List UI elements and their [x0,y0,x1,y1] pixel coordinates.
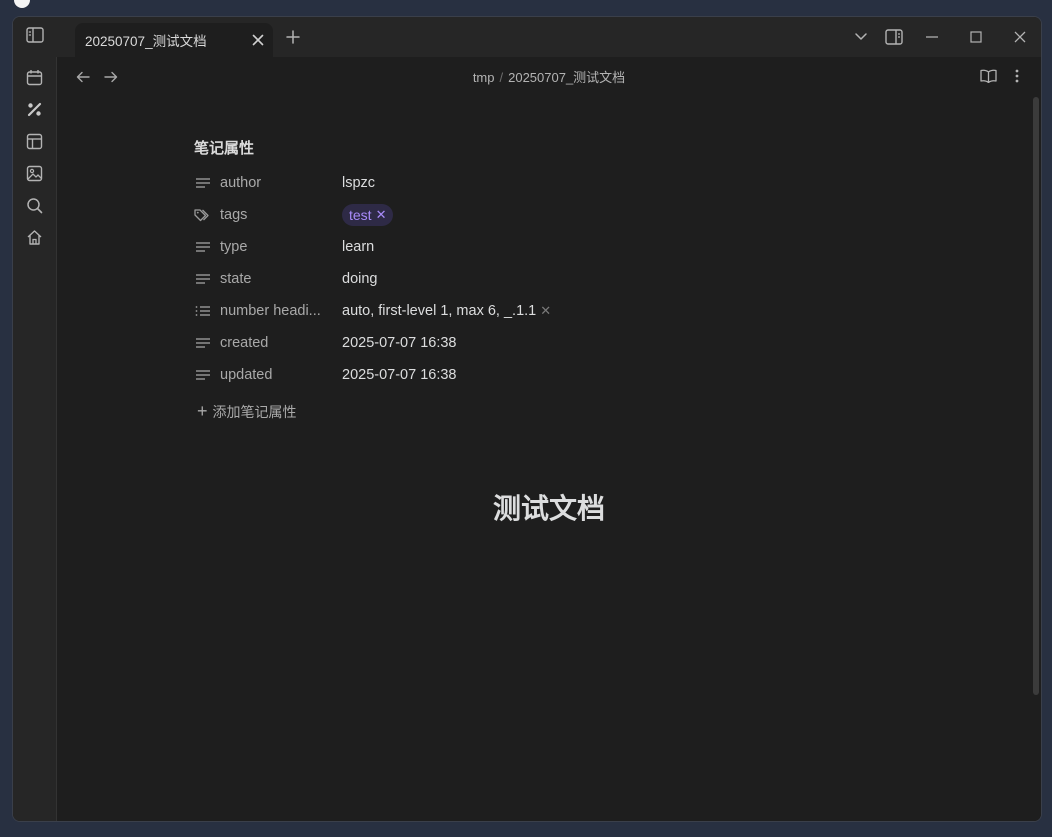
text-lines-icon[interactable] [194,271,212,287]
tags-icon[interactable] [194,207,212,223]
tab-active-document[interactable]: 20250707_测试文档 [75,23,273,57]
more-options-icon [1015,69,1019,83]
window-close-icon [1014,31,1026,43]
tab-close-button[interactable] [249,31,267,49]
property-row-tags[interactable]: tags test ✕ [194,199,794,231]
new-tab-button[interactable] [283,27,303,47]
close-icon [252,34,264,46]
calendar-icon[interactable] [24,67,44,87]
property-key[interactable]: created [220,335,332,351]
mouse-cursor [14,0,30,8]
reading-mode-button[interactable] [978,66,998,86]
maximize-button[interactable] [965,26,987,48]
property-key[interactable]: type [220,239,332,255]
scrollbar[interactable] [1033,97,1039,695]
property-row-type[interactable]: type learn [194,231,794,263]
property-value[interactable]: auto, first-level 1, max 6, _.1.1 ✕ [342,303,551,319]
left-ribbon [13,57,57,821]
property-key[interactable]: number headi... [220,303,332,319]
tab-list-button[interactable] [850,26,872,48]
minimize-button[interactable] [921,26,943,48]
property-value-text: learn [342,239,375,255]
property-value[interactable]: 2025-07-07 16:38 [342,335,457,351]
plus-icon: + [197,401,208,421]
sidebar-toggle-button[interactable] [13,17,56,57]
editor-pane: tmp/20250707_测试文档 笔记属性 author lspzc tags te… [57,57,1041,821]
list-icon[interactable] [194,303,212,319]
sidebar-toggle-icon [25,26,44,48]
graph-brush-icon[interactable] [24,99,44,119]
property-row-number-headi[interactable]: number headi... auto, first-level 1, max … [194,295,794,327]
title-bar: 20250707_测试文档 [13,17,1041,57]
property-key[interactable]: state [220,271,332,287]
property-value[interactable]: doing [342,271,377,287]
property-value-text: 2025-07-07 16:38 [342,335,457,351]
breadcrumb: tmp / 20250707_测试文档 [57,67,1041,86]
split-view-button[interactable] [883,26,905,48]
text-lines-icon[interactable] [194,239,212,255]
property-value[interactable]: 2025-07-07 16:38 [342,367,457,383]
properties-title: 笔记属性 [194,140,255,157]
property-value-text: doing [342,271,378,287]
tab-title: 20250707_测试文档 [85,34,207,49]
more-options-button[interactable] [1007,66,1027,86]
breadcrumb-folder[interactable]: tmp [473,70,495,85]
window-close-button[interactable] [1009,26,1031,48]
tag-label: test [349,207,372,223]
split-view-icon [885,29,903,45]
property-key[interactable]: updated [220,367,332,383]
breadcrumb-file[interactable]: 20250707_测试文档 [508,70,625,85]
text-lines-icon[interactable] [194,335,212,351]
tag-pill[interactable]: test ✕ [342,204,394,226]
property-value[interactable]: learn [342,239,374,255]
text-lines-icon[interactable] [194,367,212,383]
property-key[interactable]: tags [220,207,332,223]
property-row-updated[interactable]: updated 2025-07-07 16:38 [194,359,794,391]
value-remove-icon[interactable]: ✕ [540,303,551,318]
property-row-author[interactable]: author lspzc [194,167,794,199]
property-row-state[interactable]: state doing [194,263,794,295]
search-icon[interactable] [24,195,44,215]
layout-icon[interactable] [24,131,44,151]
minimize-icon [926,36,938,38]
home-icon[interactable] [24,227,44,247]
app-window: 20250707_测试文档 tmp / 20250707_测试文档 笔记属性 a… [12,16,1042,822]
property-key[interactable]: author [220,175,332,191]
text-lines-icon[interactable] [194,175,212,191]
reading-mode-icon [979,69,997,83]
chevron-down-icon [855,33,867,40]
property-row-created[interactable]: created 2025-07-07 16:38 [194,327,794,359]
image-icon[interactable] [24,163,44,183]
breadcrumb-separator: / [499,70,504,85]
property-value-text: auto, first-level 1, max 6, _.1.1 [342,303,537,319]
property-value[interactable]: lspzc [342,175,375,191]
add-property-button[interactable]: + 添加笔记属性 [197,401,297,422]
plus-icon [286,30,300,44]
document-heading[interactable]: 测试文档 [57,487,1041,527]
tag-remove-icon[interactable]: ✕ [376,207,387,223]
property-value-text: lspzc [342,175,376,191]
maximize-icon [970,31,982,43]
property-value-text: 2025-07-07 16:38 [342,367,457,383]
add-property-label: 添加笔记属性 [212,403,297,420]
